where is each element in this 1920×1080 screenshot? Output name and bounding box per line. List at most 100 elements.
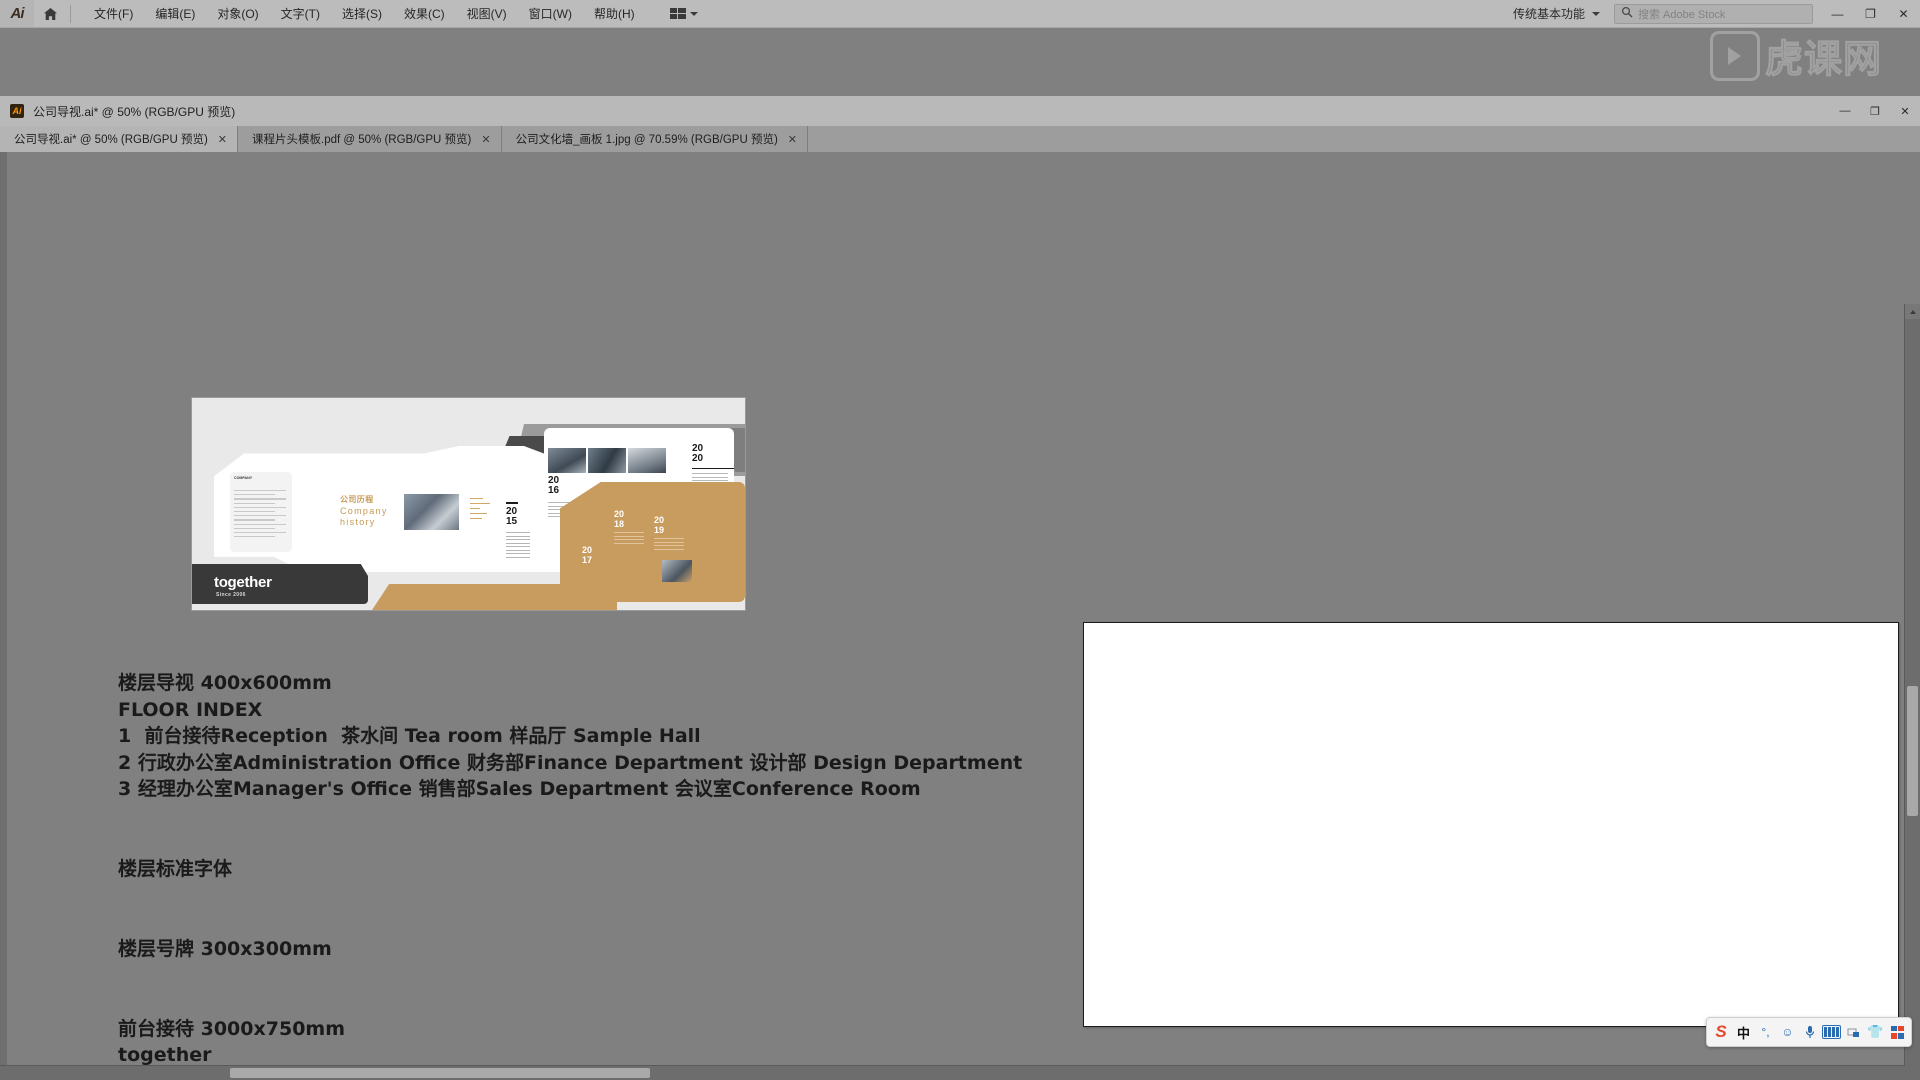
text-line-7: 楼层号牌 300x300mm: [118, 937, 332, 960]
menu-item-type[interactable]: 文字(T): [270, 1, 331, 26]
artwork-photo-3: [628, 448, 666, 473]
artwork-photo-1: [548, 448, 586, 473]
text-spacer: [118, 803, 1022, 830]
tab-gongsidaoshi[interactable]: 公司导视.ai* @ 50% (RGB/GPU 预览) ✕: [0, 126, 239, 152]
watermark-text: 虎课网: [1764, 39, 1882, 82]
document-type-icon: Ai: [10, 104, 24, 118]
document-restore-button[interactable]: ❐: [1860, 96, 1890, 126]
application-bar: Ai 文件(F) 编辑(E) 对象(O) 文字(T) 选择(S) 效果(C) 视…: [0, 0, 1920, 28]
home-icon[interactable]: [34, 0, 66, 27]
card-text-lines: [234, 490, 286, 540]
ime-skin-icon[interactable]: 👕: [1865, 1021, 1886, 1043]
maximize-button[interactable]: ❐: [1854, 0, 1887, 27]
grid-icon: [669, 8, 686, 19]
search-icon: [1621, 5, 1633, 23]
text-spacer: [118, 963, 1022, 990]
shape-text-card: COMPANY: [230, 472, 292, 552]
menu-item-object[interactable]: 对象(O): [206, 1, 269, 26]
arrange-documents-button[interactable]: [664, 5, 704, 22]
horizontal-scrollbar[interactable]: [0, 1065, 1905, 1080]
artwork-year-2020-text: [692, 473, 728, 484]
artwork-2018-lines: [614, 532, 644, 546]
canvas-left-edge: [0, 152, 7, 1080]
tab-close-icon[interactable]: ✕: [481, 133, 490, 146]
menu-bar: 文件(F) 编辑(E) 对象(O) 文字(T) 选择(S) 效果(C) 视图(V…: [83, 1, 646, 26]
adobe-stock-search[interactable]: 搜索 Adobe Stock: [1614, 3, 1813, 24]
text-line-3: 1 前台接待Reception 茶水间 Tea room 样品厅 Sample …: [118, 725, 701, 748]
illustrator-logo-icon: Ai: [0, 0, 34, 27]
placed-image-company-history-wall[interactable]: COMPANY 公司历程 Company history 20 15 20 16…: [191, 397, 746, 611]
tab-gongsiwenhuaqiang[interactable]: 公司文化墙_画板 1.jpg @ 70.59% (RGB/GPU 预览) ✕: [501, 126, 808, 152]
menu-item-view[interactable]: 视图(V): [456, 1, 518, 26]
artwork-2020-rule: [692, 468, 734, 470]
tab-label: 公司导视.ai* @ 50% (RGB/GPU 预览): [14, 134, 208, 146]
artwork-brand-together: together: [214, 574, 272, 591]
text-line-5: 3 经理办公室Manager's Office 销售部Sales Departm…: [118, 778, 921, 801]
artboard-panel-1[interactable]: [1083, 622, 1899, 1027]
tab-close-icon[interactable]: ✕: [788, 133, 797, 146]
text-line-2: FLOOR INDEX: [118, 698, 263, 721]
document-window-controls: — ❐ ✕: [1830, 96, 1920, 126]
tab-kechengpiantou[interactable]: 课程片头模板.pdf @ 50% (RGB/GPU 预览) ✕: [238, 126, 502, 152]
menu-item-effect[interactable]: 效果(C): [393, 1, 456, 26]
document-title: 公司导视.ai* @ 50% (RGB/GPU 预览): [33, 104, 236, 119]
artwork-year-2017: 20 17: [582, 545, 593, 565]
shape-gold-bottom-band: [372, 584, 617, 610]
artwork-year-2019: 20 19: [654, 515, 665, 535]
menu-item-help[interactable]: 帮助(H): [583, 1, 646, 26]
artwork-brand-since: Since 2006: [216, 592, 246, 598]
ime-screenshot-icon[interactable]: [1843, 1021, 1864, 1043]
artwork-year-2018: 20 18: [614, 509, 625, 529]
text-line-9: together: [118, 1044, 212, 1067]
tab-label: 课程片头模板.pdf @ 50% (RGB/GPU 预览): [252, 134, 472, 146]
ime-language-toggle[interactable]: 中: [1733, 1021, 1754, 1043]
close-button[interactable]: ✕: [1887, 0, 1920, 27]
divider: [70, 4, 71, 23]
artwork-year-2020: 20 20: [692, 443, 704, 464]
artwork-title-en-line1: Company: [340, 506, 388, 516]
chevron-down-icon: [1592, 11, 1600, 16]
sogou-logo-icon[interactable]: S: [1710, 1021, 1732, 1043]
artwork-title-cn: 公司历程: [340, 495, 374, 504]
artwork-gold-lines: [470, 498, 492, 523]
menu-item-select[interactable]: 选择(S): [331, 1, 393, 26]
text-spacer: [118, 883, 1022, 910]
menu-item-window[interactable]: 窗口(W): [518, 1, 583, 26]
workspace-label: 传统基本功能: [1512, 7, 1585, 21]
tab-close-icon[interactable]: ✕: [218, 133, 227, 146]
document-close-button[interactable]: ✕: [1890, 96, 1920, 126]
vertical-scrollbar[interactable]: [1904, 304, 1920, 1080]
tab-label: 公司文化墙_画板 1.jpg @ 70.59% (RGB/GPU 预览): [515, 134, 778, 146]
minimize-button[interactable]: —: [1821, 0, 1854, 27]
ime-punctuation-toggle[interactable]: °,: [1755, 1021, 1776, 1043]
menu-item-file[interactable]: 文件(F): [83, 1, 144, 26]
workspace-switcher[interactable]: 传统基本功能: [1505, 2, 1608, 25]
ime-voice-icon[interactable]: [1799, 1021, 1820, 1043]
sogou-ime-toolbar: S 中 °, ☺ 👕: [1706, 1017, 1912, 1047]
play-badge-icon: [1709, 30, 1760, 81]
illustrator-window: Ai 文件(F) 编辑(E) 对象(O) 文字(T) 选择(S) 效果(C) 视…: [0, 0, 1920, 1080]
watermark: 虎课网: [1709, 28, 1882, 83]
artwork-photo-handshake: [404, 494, 459, 530]
ime-apps-grid-icon[interactable]: [1887, 1021, 1908, 1043]
card-heading: COMPANY: [234, 476, 253, 480]
vertical-scroll-thumb[interactable]: [1907, 686, 1918, 816]
artwork-year-2015: 20 15: [506, 502, 518, 527]
search-placeholder: 搜索 Adobe Stock: [1638, 8, 1726, 21]
ime-emoji-icon[interactable]: ☺: [1777, 1021, 1798, 1043]
artwork-year-2016: 20 16: [548, 475, 560, 496]
horizontal-scroll-thumb[interactable]: [230, 1068, 650, 1078]
artwork-photo-2: [588, 448, 626, 473]
ime-keyboard-icon[interactable]: [1821, 1021, 1842, 1043]
text-line-4: 2 行政办公室Administration Office 财务部Finance …: [118, 751, 1023, 774]
artboard-text-block[interactable]: 楼层导视 400x600mm FLOOR INDEX 1 前台接待Recepti…: [118, 670, 1022, 1080]
document-titlebar: Ai 公司导视.ai* @ 50% (RGB/GPU 预览) — ❐ ✕: [0, 96, 1920, 127]
text-line-8: 前台接待 3000x750mm: [118, 1017, 346, 1040]
artwork-year-2015-text: [506, 532, 530, 560]
document-minimize-button[interactable]: —: [1830, 96, 1860, 126]
document-window: Ai 公司导视.ai* @ 50% (RGB/GPU 预览) — ❐ ✕ 公司导…: [0, 96, 1920, 1080]
artboard-canvas[interactable]: COMPANY 公司历程 Company history 20 15 20 16…: [0, 152, 1920, 1080]
artwork-title-en: Company history: [340, 506, 388, 528]
menu-item-edit[interactable]: 编辑(E): [144, 1, 206, 26]
scroll-up-icon[interactable]: [1905, 304, 1920, 319]
